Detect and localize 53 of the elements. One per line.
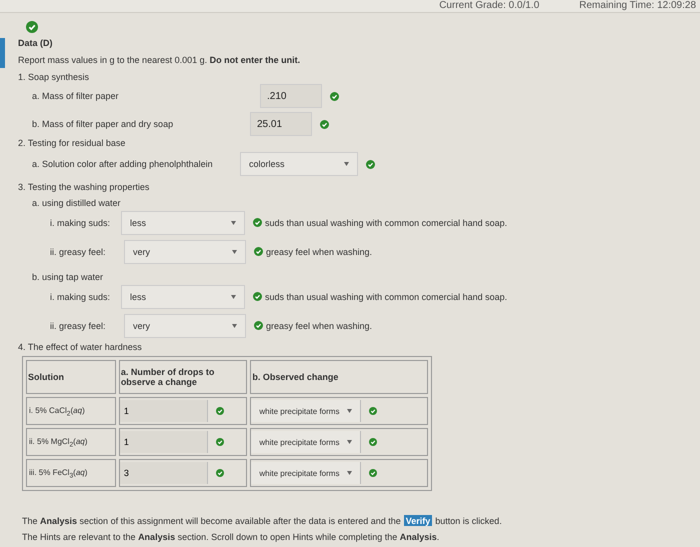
column-header: b. Observed change bbox=[250, 360, 428, 394]
field-label: i. making suds: bbox=[50, 292, 112, 302]
solution-cell: ii. 5% MgCl$_{2}$(aq) bbox=[26, 428, 116, 456]
dropdown[interactable]: white precipitate forms bbox=[251, 462, 362, 484]
caret-icon bbox=[232, 324, 237, 328]
question-label: 2. Testing for residual base bbox=[18, 138, 126, 148]
field-label: a. Mass of filter paper bbox=[32, 91, 120, 101]
question-label: 1. Soap synthesis bbox=[18, 72, 90, 82]
caret-icon bbox=[347, 471, 352, 475]
caret-icon bbox=[231, 294, 236, 298]
column-header: a. Number of drops to observe a change bbox=[118, 360, 248, 394]
column-header: Solution bbox=[26, 360, 116, 394]
caret-icon bbox=[347, 409, 352, 413]
answer-suffix: suds than usual washing with common comercial hand soap. bbox=[265, 292, 508, 302]
answer-suffix: greasy feel when washing. bbox=[266, 246, 372, 256]
solution-cell: iii. 5% FeCl$_{3}$(aq) bbox=[26, 459, 116, 487]
drops-input[interactable]: 1 bbox=[120, 400, 208, 422]
group-label: a. using distilled water bbox=[32, 198, 121, 208]
question-label: 3. Testing the washing properties bbox=[18, 182, 150, 192]
answer-suffix: greasy feel when washing. bbox=[266, 320, 372, 330]
section-title: Data (D) bbox=[18, 38, 53, 48]
caret-icon bbox=[232, 250, 237, 254]
footer-text: The Hints are relevant to the Analysis section. Scroll down to open Hints while completing the Analysis. bbox=[22, 532, 440, 542]
dropdown[interactable]: less bbox=[121, 210, 245, 234]
field-label: b. Mass of filter paper and dry soap bbox=[32, 119, 174, 129]
caret-icon bbox=[344, 162, 349, 166]
field-label: ii. greasy feel: bbox=[50, 320, 107, 330]
answer-suffix: suds than usual washing with common comercial hand soap. bbox=[265, 218, 508, 228]
dropdown[interactable]: very bbox=[124, 314, 246, 338]
footer-text: button is clicked. bbox=[435, 516, 502, 526]
dropdown[interactable]: very bbox=[124, 240, 246, 264]
solution-cell: i. 5% CaCl$_{2}$(aq) bbox=[26, 397, 116, 425]
side-tab[interactable] bbox=[0, 38, 5, 68]
field-label: a. Solution color after adding phenolphthalein bbox=[32, 159, 214, 169]
group-label: b. using tap water bbox=[32, 272, 104, 282]
caret-icon bbox=[347, 440, 352, 444]
verify-button[interactable]: Verify bbox=[404, 515, 432, 526]
instructions-text: Report mass values in g to the nearest 0.001 g. Do not enter the unit. bbox=[18, 55, 300, 65]
time-label: Remaining Time: 12:09:28 bbox=[579, 2, 696, 10]
input-field[interactable]: .210 bbox=[260, 84, 322, 108]
field-label: i. making suds: bbox=[50, 218, 112, 228]
dropdown[interactable]: colorless bbox=[240, 152, 358, 176]
footer-text: The Analysis section of this assignment will become available after the data is entered and the bbox=[22, 516, 401, 526]
drops-input[interactable]: 3 bbox=[120, 462, 208, 484]
grade-label: Current Grade: 0.0/1.0 bbox=[439, 2, 540, 10]
dropdown[interactable]: white precipitate forms bbox=[251, 400, 362, 422]
drops-input[interactable]: 1 bbox=[120, 431, 208, 453]
dropdown[interactable]: white precipitate forms bbox=[251, 431, 362, 453]
dropdown[interactable]: less bbox=[121, 284, 245, 308]
question-label: 4. The effect of water hardness bbox=[18, 342, 142, 352]
field-label: ii. greasy feel: bbox=[50, 246, 107, 256]
input-field[interactable]: 25.01 bbox=[250, 112, 312, 136]
caret-icon bbox=[231, 220, 236, 224]
